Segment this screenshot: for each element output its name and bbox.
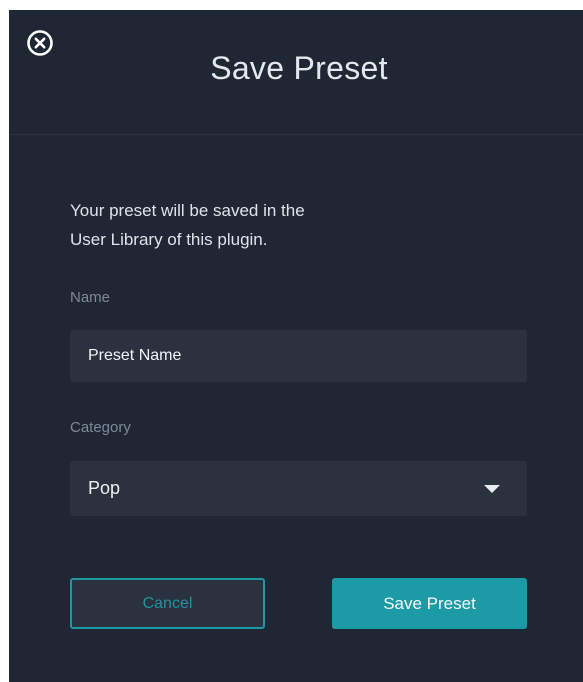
dialog-description: Your preset will be saved in the User Li… [70,196,430,254]
dialog-title: Save Preset [210,50,388,86]
category-label: Category [70,419,131,436]
description-line-2: User Library of this plugin. [70,230,268,249]
caret-down-icon [484,485,500,493]
dialog-body: Your preset will be saved in the User Li… [9,136,583,682]
save-preset-button[interactable]: Save Preset [332,578,527,629]
cancel-button[interactable]: Cancel [70,578,265,629]
category-dropdown[interactable]: Pop [70,461,527,516]
name-label: Name [70,289,111,306]
category-selected-value: Pop [88,478,121,498]
description-line-1: Your preset will be saved in the [70,201,305,220]
save-preset-dialog: Save Preset Your preset will be saved in… [9,10,583,682]
preset-name-input[interactable] [70,330,527,382]
dialog-header: Save Preset [9,10,583,135]
